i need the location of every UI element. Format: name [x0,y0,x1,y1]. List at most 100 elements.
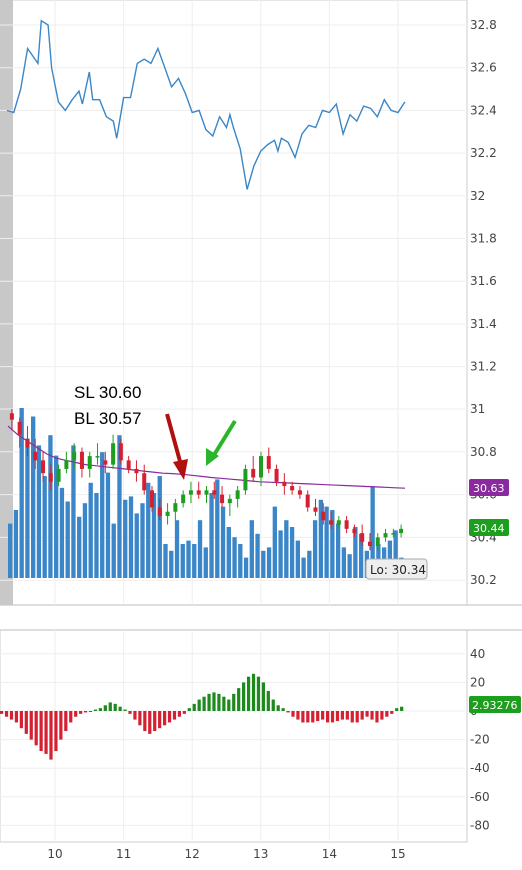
y-tick-label: -60 [470,790,490,804]
volume-bar [278,530,283,578]
oscillator-bar [4,711,9,717]
y-tick-label: 30.8 [470,445,497,459]
volume-bar [301,557,306,578]
oscillator-bar [103,705,107,711]
oscillator-bar [256,676,261,711]
volume-bar [307,550,312,578]
volume-bar [255,533,260,578]
x-tick-label: 15 [390,847,405,861]
oscillator-bar [286,711,290,713]
volume-bar [71,445,76,578]
volume-bar [169,550,174,578]
oscillator-bar [251,673,256,711]
y-tick-label: 31.2 [470,360,497,374]
oscillator-bar [330,711,335,723]
oscillator-bar [202,696,206,711]
candle-body [282,481,287,487]
oscillator-value-tag: 2.93276 [469,696,521,713]
candle-body [258,456,263,478]
volume-bar [42,476,47,578]
candle-body [274,468,279,482]
x-tick-label: 12 [185,847,200,861]
oscillator-bar [192,703,196,711]
oscillator-bar [370,711,374,720]
volume-bar [203,547,208,578]
oscillator-bar [158,711,162,729]
volume-bar [100,452,105,578]
volume-bar [13,510,19,578]
candle-body [399,528,404,534]
oscillator-bar [98,708,102,711]
volume-bar [353,527,358,578]
x-tick-label: 14 [322,847,337,861]
oscillator-bar [276,705,280,711]
oscillator-bar [187,708,191,711]
oscillator-bar [49,711,53,760]
candle-body [305,494,310,508]
oscillator-bar [113,703,117,711]
svg-text:30.63: 30.63 [473,482,505,495]
x-tick-label: 10 [47,847,62,861]
oscillator-bar [34,711,38,746]
y-tick-label: 40 [470,647,485,661]
oscillator-bar [133,711,137,720]
x-tick-label: 13 [253,847,268,861]
y-tick-label: -80 [470,818,490,832]
oscillator-bar [29,711,33,740]
volume-bar [312,520,318,578]
oscillator-bar [242,682,246,711]
oscillator-bar [296,711,300,720]
candle-body [48,473,53,482]
candle-body [204,490,209,495]
candle-body [383,533,388,538]
oscillator-bar [345,711,349,720]
volume-bar [163,544,168,578]
candle-body [297,490,302,495]
oscillator-bar [138,711,142,726]
candle-body [25,438,30,448]
x-tick-label: 11 [116,847,131,861]
lower-panel-frame [0,629,468,843]
y-tick-label: 32.8 [470,18,497,32]
volume-bar [284,520,289,578]
oscillator-bar [400,706,404,711]
y-tick-label: 32 [470,189,485,203]
volume-bar [209,493,214,578]
volume-bar [197,520,203,578]
candle-body [56,468,61,482]
oscillator-bar [227,699,231,711]
candle-body [243,468,248,491]
range-shade [0,0,13,605]
oscillator-bar [271,699,275,711]
oscillator-bar [266,690,270,711]
candle-body [103,460,108,465]
sl-annotation: SL 30.60 [74,383,141,402]
candle-body [344,520,349,529]
candle-body [212,490,217,495]
candle-body [64,460,69,469]
candle-body [266,456,271,469]
oscillator-bar [395,708,399,711]
bl-annotation: BL 30.57 [74,409,141,428]
candle-body [188,490,193,495]
candle-body [79,451,84,469]
svg-text:Lo: 30.34: Lo: 30.34 [370,563,426,577]
candle-body [95,456,100,458]
svg-text:30.44: 30.44 [473,522,505,535]
oscillator-bar [88,711,93,712]
oscillator-bar [0,711,4,714]
volume-bar [25,438,30,578]
candle-body [329,520,334,525]
volume-bar [232,537,237,578]
volume-bar [347,554,352,578]
oscillator-bar [316,711,320,722]
volume-bar [192,544,197,578]
oscillator-bar [291,711,295,717]
candle-body [196,490,201,495]
candle-body [235,490,240,499]
oscillator-bar [182,711,186,714]
oscillator-bar [311,711,315,723]
oscillator-bar [335,711,340,722]
candle-body [360,533,365,542]
volume-bar [36,445,42,578]
